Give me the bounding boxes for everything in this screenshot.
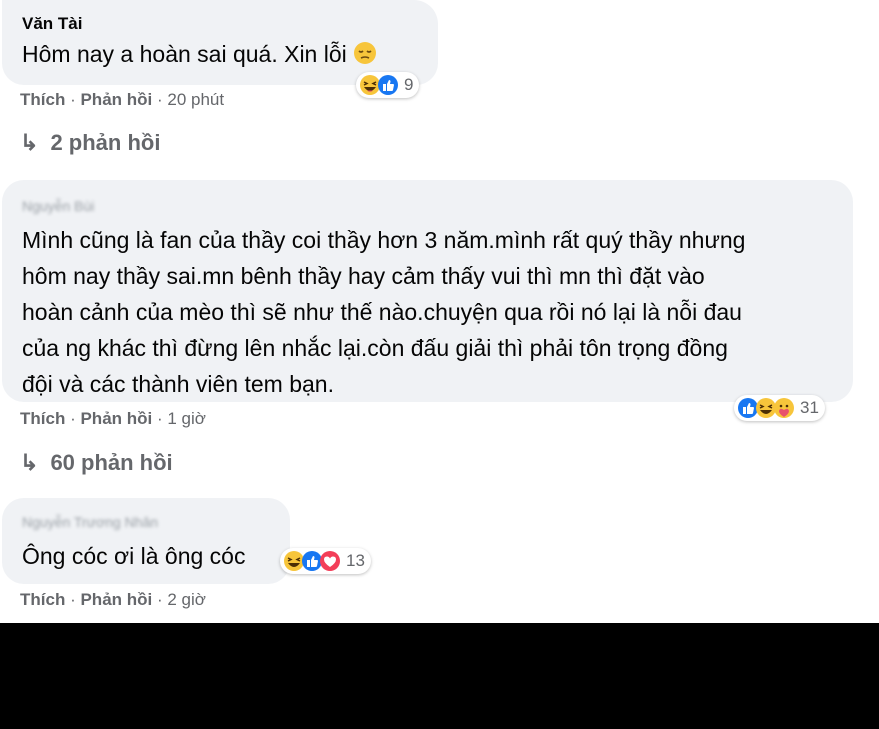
sad-relieved-emoji-icon [353,39,377,75]
reply-arrow-icon: ↳ [20,130,39,155]
comment-time[interactable]: 1 giờ [167,409,206,428]
care-icon [773,397,795,419]
comment-time[interactable]: 20 phút [167,90,224,109]
comment-time[interactable]: 2 giờ [167,590,206,609]
comment-author[interactable]: Nguyễn Trương Nhân [22,514,290,530]
comment-text-line: hôm nay thầy sai.mn bênh thầy hay cảm th… [22,263,705,289]
comment-author[interactable]: Nguyễn Bùi [22,198,853,214]
reaction-count: 31 [800,398,819,417]
reaction-count: 9 [404,75,414,94]
comment-text-line: của ng khác thì đừng lên nhắc lại.còn đấ… [22,335,728,361]
comment-bubble: Nguyễn Trương Nhân Ông cóc ơi là ông cóc [2,498,290,584]
comment-actions: Thích · Phản hồi · 20 phút [20,90,225,109]
comments-panel: Văn Tài Hôm nay a hoàn sai quá. Xin lỗi … [0,0,879,623]
reaction-count: 13 [346,551,365,570]
comment-actions: Thích · Phản hồi · 1 giờ [20,409,206,428]
reply-arrow-icon: ↳ [20,450,39,475]
reply-link[interactable]: Phản hồi [80,90,152,109]
reply-link[interactable]: Phản hồi [80,590,152,609]
comment-author[interactable]: Văn Tài [22,14,438,34]
like-link[interactable]: Thích [20,590,65,609]
comment-text: Hôm nay a hoàn sai quá. Xin lỗi [22,36,438,75]
reaction-summary[interactable]: 9 [356,72,420,98]
comment-text: Mình cũng là fan của thầy coi thầy hơn 3… [22,222,853,402]
comment-text-line: hoàn cảnh của mèo thì sẽ như thế nào.chu… [22,299,742,325]
like-link[interactable]: Thích [20,409,65,428]
comment-text-line: đội và các thành viên tem bạn. [22,371,334,397]
replies-count-label[interactable]: 2 phản hồi [50,130,160,156]
comment-bubble: Nguyễn Bùi Mình cũng là fan của thầy coi… [2,180,853,402]
comment-actions: Thích · Phản hồi · 2 giờ [20,590,206,609]
reaction-summary[interactable]: 31 [734,395,825,421]
like-icon [377,74,399,96]
comment-text-content: Hôm nay a hoàn sai quá. Xin lỗi [22,41,347,67]
comment-text: Ông cóc ơi là ông cóc [22,543,246,569]
reaction-summary[interactable]: 13 [280,548,371,574]
like-link[interactable]: Thích [20,90,65,109]
view-replies-link[interactable]: ↳ 2 phản hồi [20,130,160,156]
love-icon [319,550,341,572]
reply-link[interactable]: Phản hồi [80,409,152,428]
comment-text-line: Mình cũng là fan của thầy coi thầy hơn 3… [22,227,746,253]
replies-count-label[interactable]: 60 phản hồi [50,450,172,476]
view-replies-link[interactable]: ↳ 60 phản hồi [20,450,173,476]
